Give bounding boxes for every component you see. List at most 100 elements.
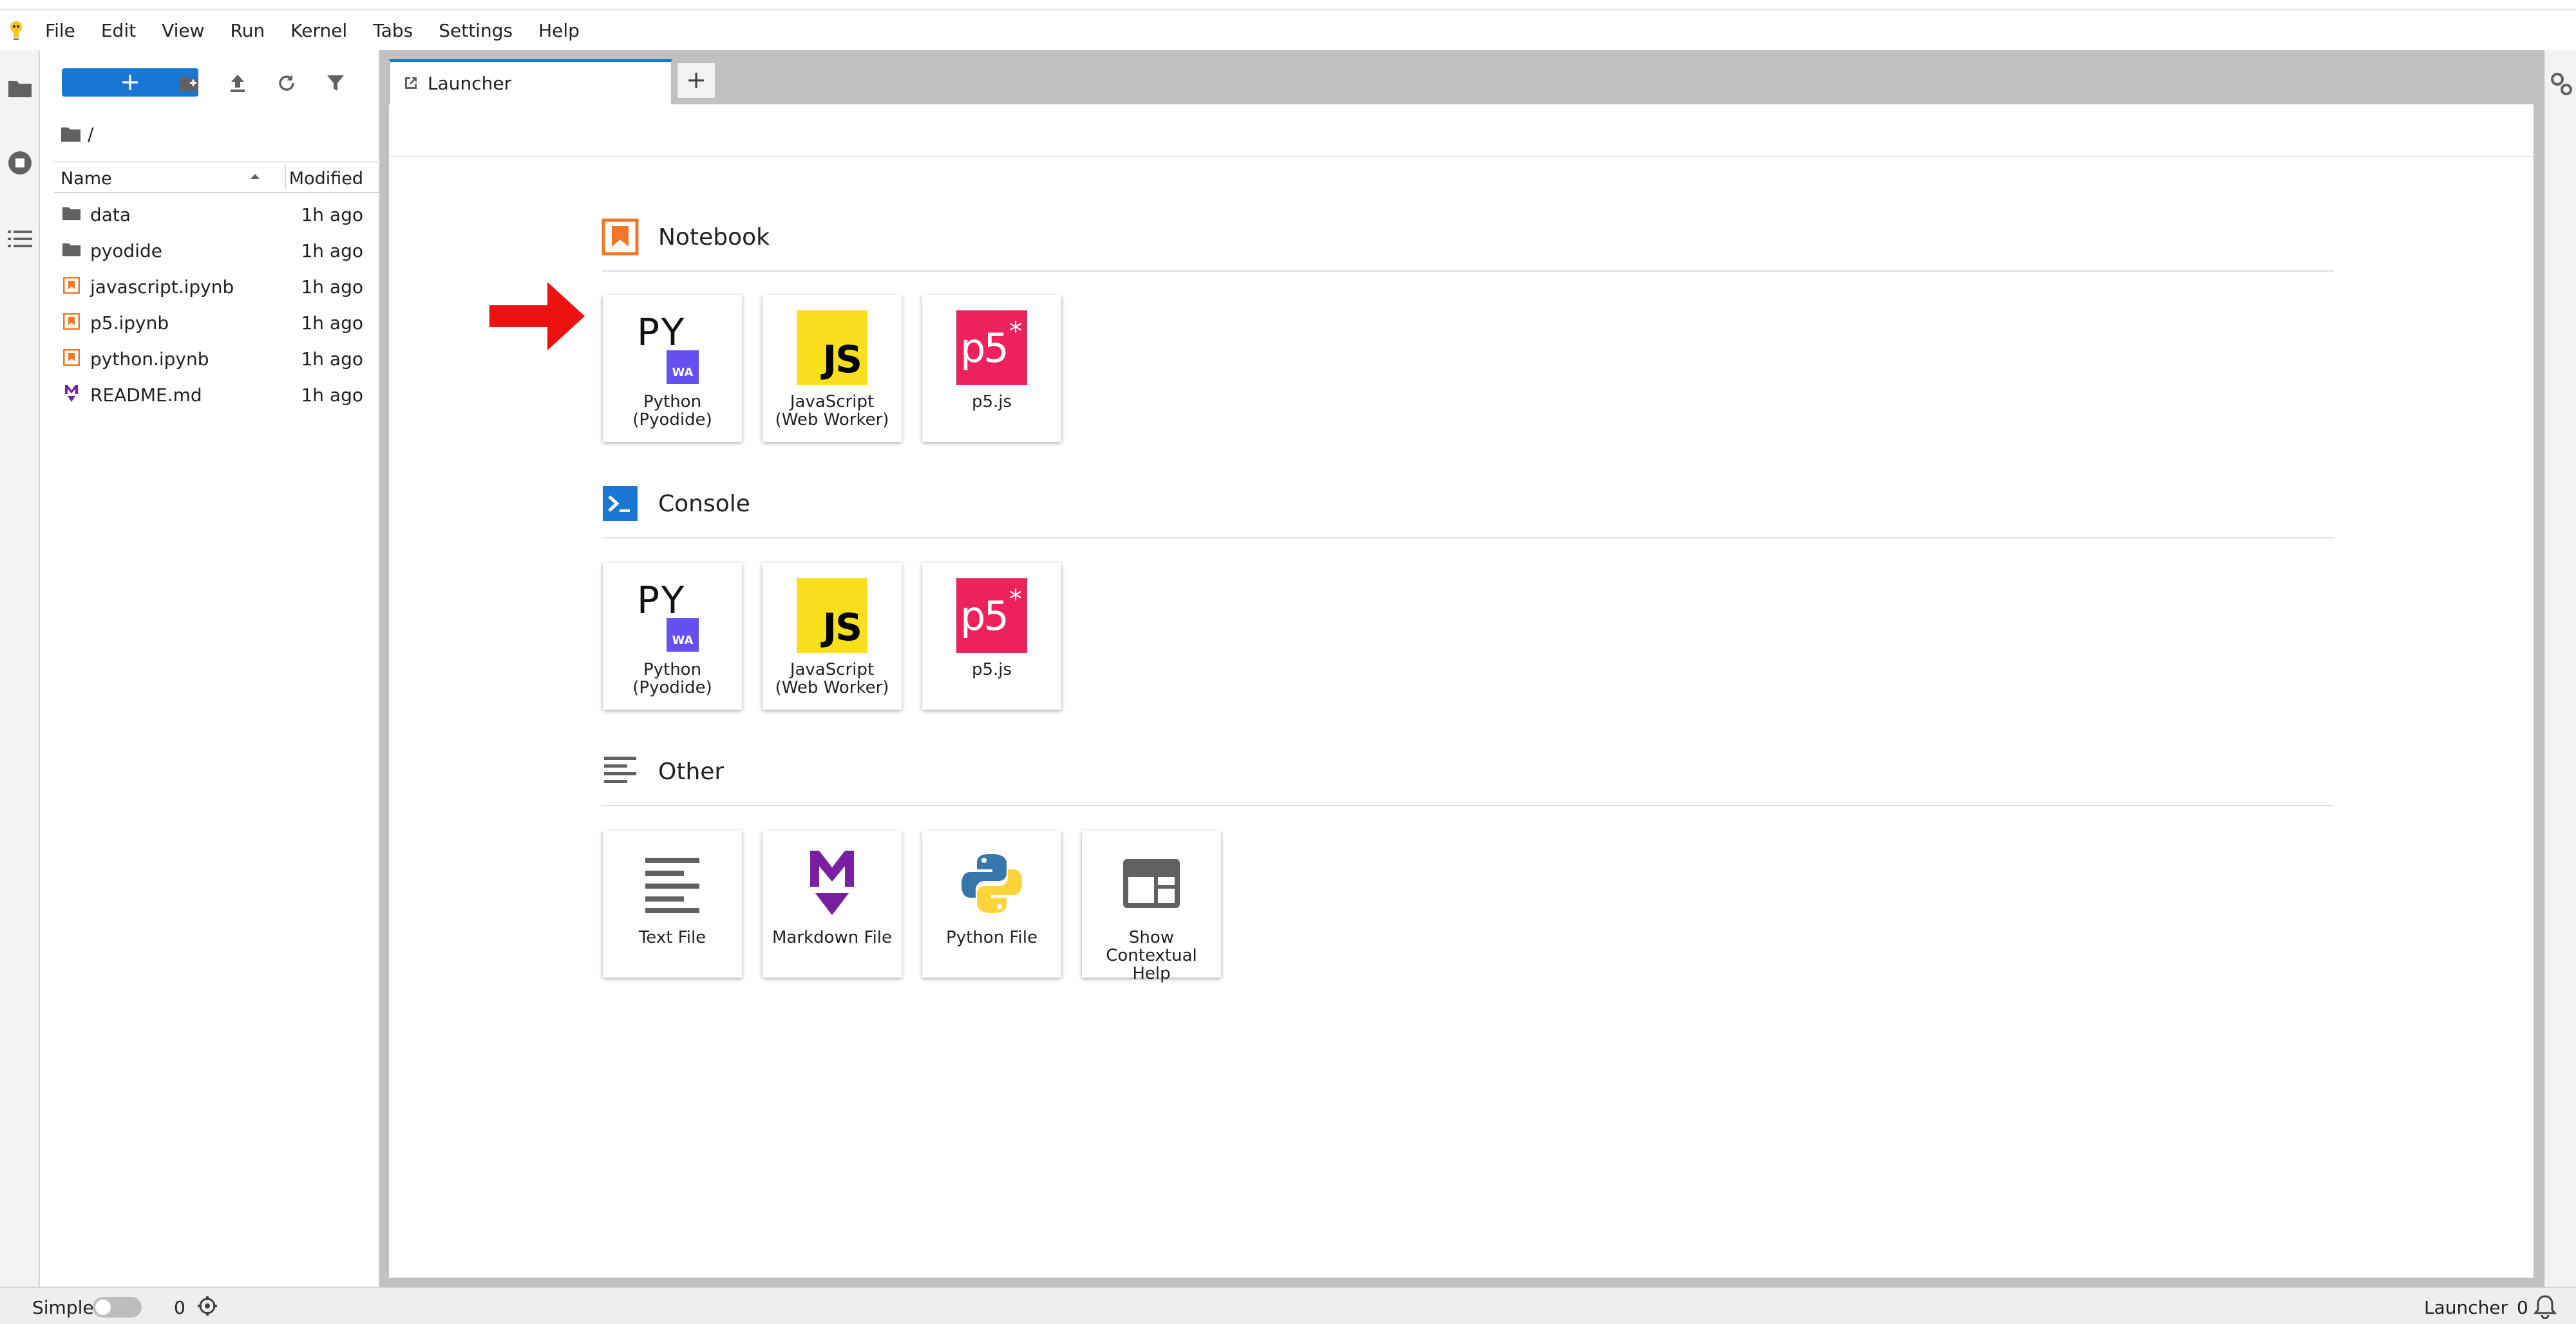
menu-settings[interactable]: Settings xyxy=(426,12,526,50)
other-section-icon xyxy=(604,757,636,783)
file-row-data[interactable]: data 1h ago xyxy=(54,196,380,232)
add-tab-button[interactable]: + xyxy=(676,62,716,99)
file-name: pyodide xyxy=(90,240,163,261)
right-sidebar xyxy=(2544,50,2576,1287)
card-label: Show Contextual Help xyxy=(1106,928,1197,983)
breadcrumb: / xyxy=(61,121,93,147)
column-header-modified[interactable]: Modified xyxy=(289,169,363,189)
section-notebook-divider xyxy=(601,270,2334,272)
file-row-p5-ipynb[interactable]: p5.ipynb 1h ago xyxy=(54,304,380,340)
file-row-pyodide[interactable]: pyodide 1h ago xyxy=(54,232,380,268)
property-inspector-gears-icon[interactable] xyxy=(2549,71,2573,99)
notification-bell-icon[interactable] xyxy=(2533,1294,2557,1323)
notebook-card-javascript-web-worker[interactable]: JS JavaScript (Web Worker) xyxy=(762,295,902,442)
file-modified: 1h ago xyxy=(301,276,363,298)
tab-bar: Launcher + xyxy=(380,50,2544,104)
kernel-count[interactable]: 0 xyxy=(174,1297,185,1318)
notebook-card-p5js[interactable]: p5 * p5.js xyxy=(922,295,1061,442)
card-label: Python (Pyodide) xyxy=(632,392,712,430)
file-name: README.md xyxy=(90,384,202,406)
kernel-status-icon[interactable] xyxy=(197,1296,218,1321)
upload-icon[interactable] xyxy=(223,68,252,98)
card-label: JavaScript (Web Worker) xyxy=(775,392,889,430)
new-folder-icon[interactable] xyxy=(174,68,204,98)
markdown-icon xyxy=(62,384,81,403)
breadcrumb-path[interactable]: / xyxy=(88,124,93,145)
other-card-text-file[interactable]: Text File xyxy=(603,831,742,978)
file-name: javascript.ipynb xyxy=(90,276,234,298)
menu-tabs[interactable]: Tabs xyxy=(360,12,426,50)
console-card-javascript-web-worker[interactable]: JS JavaScript (Web Worker) xyxy=(762,563,902,710)
section-other-header: Other xyxy=(601,751,724,792)
window-top-strip xyxy=(0,0,2576,10)
file-row-python-ipynb[interactable]: python.ipynb 1h ago xyxy=(54,340,380,376)
menu-view[interactable]: View xyxy=(149,12,217,50)
section-other-divider xyxy=(601,805,2334,806)
p5js-kernel-icon: p5 * xyxy=(951,574,1033,657)
pyodide-kernel-icon: PY WA xyxy=(631,307,714,389)
column-header-name[interactable]: Name xyxy=(61,169,112,189)
simple-mode-toggle[interactable] xyxy=(93,1297,142,1318)
column-divider[interactable] xyxy=(285,166,286,189)
left-activity-bar xyxy=(0,50,40,1287)
other-card-show-contextual-help[interactable]: Show Contextual Help xyxy=(1082,831,1221,983)
status-bar: Simple 0 Launcher 0 xyxy=(0,1287,2576,1324)
file-name: data xyxy=(90,204,131,225)
javascript-kernel-icon: JS xyxy=(791,307,873,389)
file-modified: 1h ago xyxy=(301,312,363,334)
file-modified: 1h ago xyxy=(301,204,363,225)
card-label: Text File xyxy=(638,928,706,947)
notebook-section-icon xyxy=(601,218,639,256)
console-card-p5js[interactable]: p5 * p5.js xyxy=(922,563,1061,710)
table-of-contents-icon[interactable] xyxy=(5,224,35,254)
card-label: Python (Pyodide) xyxy=(632,660,712,697)
launcher-panel: Notebook PY WA Python (Pyodide) JS JavaSc… xyxy=(389,104,2533,1278)
card-label: p5.js xyxy=(971,660,1012,679)
folder-icon xyxy=(62,240,81,259)
section-console-title: Console xyxy=(658,490,750,517)
menu-edit[interactable]: Edit xyxy=(88,12,149,50)
file-name: python.ipynb xyxy=(90,348,209,370)
other-card-python-file[interactable]: Python File xyxy=(922,831,1061,978)
breadcrumb-home-folder-icon[interactable] xyxy=(61,126,81,142)
section-notebook-header: Notebook xyxy=(601,216,770,258)
menu-kernel[interactable]: Kernel xyxy=(278,12,360,50)
launcher-top-divider xyxy=(389,156,2533,157)
file-browser-folder-icon[interactable] xyxy=(5,73,35,103)
notification-count[interactable]: 0 xyxy=(2517,1297,2528,1318)
file-row-javascript-ipynb[interactable]: javascript.ipynb 1h ago xyxy=(54,268,380,304)
file-modified: 1h ago xyxy=(301,348,363,370)
file-modified: 1h ago xyxy=(301,384,363,406)
tab-launcher[interactable]: Launcher xyxy=(389,59,672,104)
jupyterlite-logo-icon[interactable] xyxy=(0,12,32,50)
folder-icon xyxy=(62,203,81,223)
menu-help[interactable]: Help xyxy=(526,12,592,50)
red-arrow-annotation-icon xyxy=(489,282,585,350)
console-section-icon xyxy=(603,486,638,521)
file-row-readme-md[interactable]: README.md 1h ago xyxy=(54,376,380,412)
card-label: Markdown File xyxy=(772,928,893,947)
javascript-kernel-icon: JS xyxy=(791,574,873,657)
section-console-divider xyxy=(601,537,2334,538)
notebook-icon xyxy=(62,276,81,295)
other-card-markdown-file[interactable]: Markdown File xyxy=(762,831,902,978)
menu-file[interactable]: File xyxy=(32,12,88,50)
section-other-title: Other xyxy=(658,758,724,785)
refresh-icon[interactable] xyxy=(272,68,301,98)
file-browser-panel: + / Name Modified data 1h ago pyodide 1h… xyxy=(40,50,380,1287)
p5js-kernel-icon: p5 * xyxy=(951,307,1033,389)
contextual-help-icon xyxy=(1110,842,1193,925)
main-dock-area: Launcher + Notebook PY WA Python (Pyodide… xyxy=(380,50,2544,1287)
console-card-python-pyodide[interactable]: PY WA Python (Pyodide) xyxy=(603,563,742,710)
menu-run[interactable]: Run xyxy=(218,12,278,50)
section-notebook-title: Notebook xyxy=(658,223,770,251)
notebook-icon xyxy=(62,348,81,367)
tab-launcher-label: Launcher xyxy=(428,72,512,94)
sort-ascending-icon[interactable] xyxy=(249,167,261,187)
running-kernels-stop-icon[interactable] xyxy=(5,148,35,178)
simple-mode-label: Simple xyxy=(32,1297,94,1318)
text-file-icon xyxy=(631,842,714,925)
filter-icon[interactable] xyxy=(321,68,350,98)
notebook-icon xyxy=(62,312,81,331)
notebook-card-python-pyodide[interactable]: PY WA Python (Pyodide) xyxy=(603,295,742,442)
